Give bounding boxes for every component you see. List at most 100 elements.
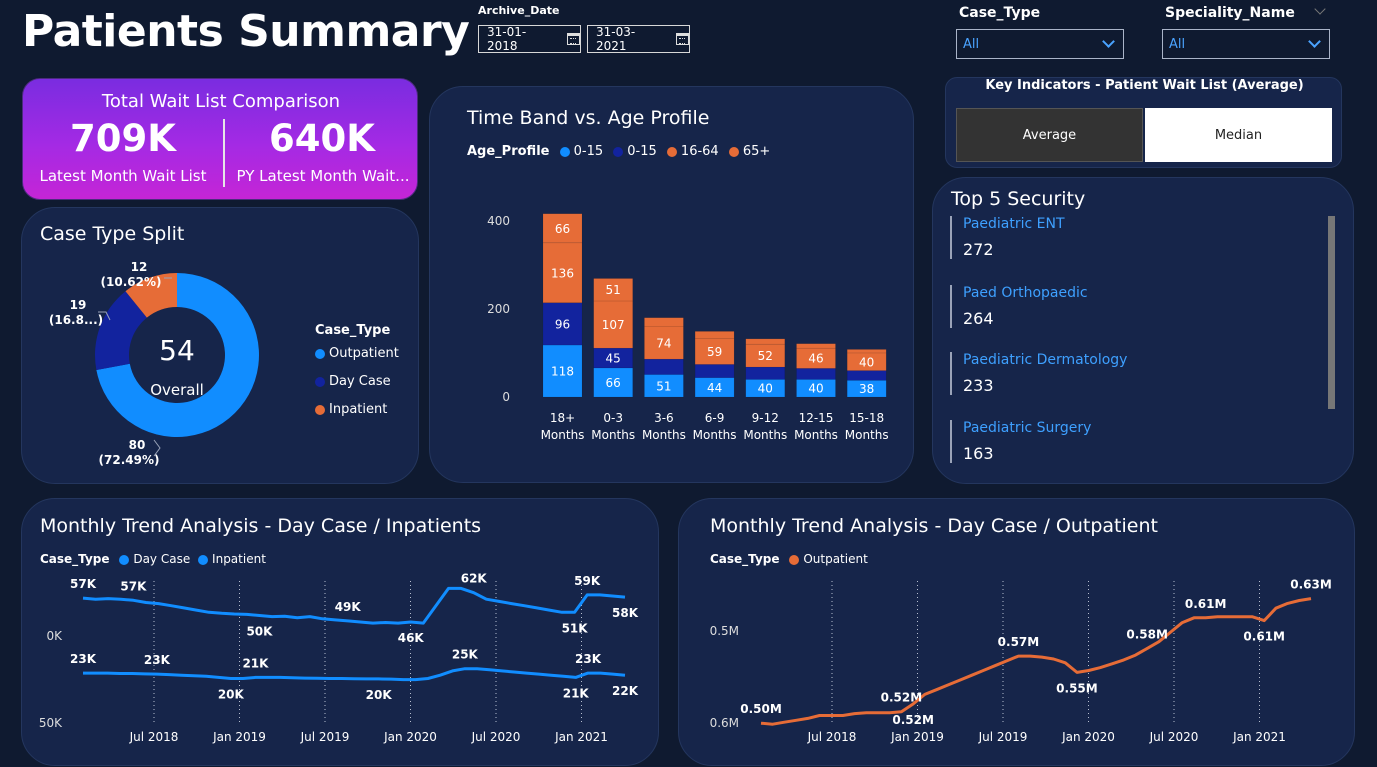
x-tick-label: Months <box>541 428 585 442</box>
line-data-label: 58K <box>612 606 639 620</box>
top5-item-value: 272 <box>963 240 994 259</box>
bar-data-label: 44 <box>707 381 722 395</box>
legend-item-day-case[interactable]: Day Case <box>315 374 391 389</box>
archive-date-label: Archive_Date <box>478 4 560 17</box>
py-wait-value: 640K <box>269 117 375 160</box>
trend-inpatient-chart: Jul 2018 Jan 2019 Jul 2019 Jan 2020 Jul 2020… <box>39 572 639 744</box>
top5-item[interactable]: Paediatric Surgery 163 <box>950 420 1091 463</box>
series-line <box>83 667 626 682</box>
bar-data-label: 46 <box>808 352 823 366</box>
bar-data-label: 136 <box>551 266 574 280</box>
top5-item[interactable]: Paed Orthopaedic 264 <box>950 285 1088 328</box>
end-date-input[interactable]: 31-03-2021 <box>587 25 690 53</box>
x-tick-label: Jan 2020 <box>383 730 437 744</box>
x-tick-label: Jan 2021 <box>554 730 608 744</box>
line-data-label: 20K <box>218 687 245 701</box>
legend-label: Day Case <box>329 374 391 389</box>
x-tick-label: Jan 2019 <box>890 730 944 744</box>
donut-data-label: 80 <box>129 438 146 452</box>
bar-segment <box>694 364 735 378</box>
line-data-label: 23K <box>144 653 171 667</box>
line-data-label: 21K <box>242 656 269 670</box>
legend-item-outpatient[interactable]: Outpatient <box>315 346 399 361</box>
latest-wait-label: Latest Month Wait List <box>39 167 207 185</box>
y-tick-label: 0K <box>46 629 63 643</box>
case-type-slicer-label: Case_Type <box>959 5 1041 21</box>
y-tick-label: 0 <box>502 390 510 404</box>
x-tick-label: Jan 2019 <box>212 730 266 744</box>
x-tick-label: Jul 2020 <box>471 730 521 744</box>
y-tick-label: 400 <box>487 214 510 228</box>
wait-list-comparison-card: Total Wait List Comparison 709K Latest M… <box>22 78 418 200</box>
line-data-label: 57K <box>120 579 147 593</box>
x-tick-label: 0-3 <box>603 411 623 425</box>
x-tick-label: Jul 2019 <box>978 730 1028 744</box>
calendar-icon[interactable] <box>676 33 689 45</box>
top5-item-name: Paediatric Dermatology <box>963 352 1128 368</box>
top5-item-value: 264 <box>963 309 994 328</box>
bar-segment <box>846 349 887 354</box>
line-data-label: 0.61M <box>1243 630 1285 644</box>
bar-segment <box>745 338 786 345</box>
x-tick-label: 6-9 <box>705 411 725 425</box>
calendar-icon[interactable] <box>567 33 580 45</box>
average-button[interactable]: Average <box>956 108 1143 162</box>
y-tick-label: 0.6M <box>710 716 739 730</box>
speciality-dropdown[interactable]: All <box>1162 29 1330 59</box>
x-tick-label: Months <box>693 428 737 442</box>
x-tick-label: Months <box>743 428 787 442</box>
legend-dot <box>315 404 325 415</box>
bar-data-label: 52 <box>758 349 773 363</box>
bar-data-label: 59 <box>707 345 722 359</box>
x-tick-label: Months <box>845 428 889 442</box>
py-wait-label: PY Latest Month Wait... <box>236 167 410 185</box>
start-date-input[interactable]: 31-01-2018 <box>478 25 581 53</box>
bar-segment <box>694 331 735 339</box>
line-data-label: 46K <box>398 631 425 645</box>
x-tick-label: Jan 2020 <box>1061 730 1115 744</box>
top5-scrollbar[interactable] <box>1328 216 1335 409</box>
x-tick-label: Jul 2018 <box>129 730 179 744</box>
bar-data-label: 51 <box>606 283 621 297</box>
line-data-label: 20K <box>366 688 393 702</box>
bar-segment <box>846 370 887 381</box>
donut-data-label: 19 <box>70 298 87 312</box>
x-tick-label: 12-15 <box>799 411 834 425</box>
chevron-down-icon <box>1102 35 1115 48</box>
line-data-label: 51K <box>562 621 589 635</box>
line-data-label: 49K <box>335 600 362 614</box>
donut-center-value: 54 <box>159 334 195 367</box>
line-data-label: 0.63M <box>1290 578 1332 592</box>
donut-center-label: Overall <box>150 381 204 399</box>
x-tick-label: 3-6 <box>654 411 674 425</box>
series-line <box>760 597 1312 726</box>
bar-data-label: 107 <box>602 318 625 332</box>
donut-data-label: (10.62%) <box>101 275 162 289</box>
y-tick-label: 0.5M <box>710 624 739 638</box>
top5-item[interactable]: Paediatric ENT 272 <box>950 216 1065 259</box>
trend-outpatient-card: Monthly Trend Analysis - Day Case / Outp… <box>678 498 1355 766</box>
time-band-card: Time Band vs. Age Profile Age_Profile 0-… <box>429 86 914 483</box>
end-date-value: 31-03-2021 <box>596 25 636 53</box>
line-data-label: 21K <box>563 686 590 700</box>
line-data-label: 0.58M <box>1126 627 1168 641</box>
bar-data-label: 45 <box>606 352 621 366</box>
line-data-label: 59K <box>574 574 601 588</box>
median-button[interactable]: Median <box>1145 108 1332 162</box>
line-data-label: 62K <box>461 572 488 586</box>
legend-item-inpatient[interactable]: Inpatient <box>315 402 387 417</box>
top5-item[interactable]: Paediatric Dermatology 233 <box>950 352 1127 395</box>
trend-inpatient-card: Monthly Trend Analysis - Day Case / Inpa… <box>21 498 659 766</box>
bar-data-label: 118 <box>551 365 574 379</box>
page-title: Patients Summary <box>22 6 470 57</box>
x-tick-label: 9-12 <box>752 411 779 425</box>
collapse-chevron-icon[interactable] <box>1314 3 1326 15</box>
y-tick-label: 50K <box>39 716 63 730</box>
bar-data-label: 51 <box>656 379 671 393</box>
x-tick-label: Jul 2018 <box>807 730 857 744</box>
case-type-dropdown[interactable]: All <box>956 29 1124 59</box>
case-type-split-card: Case Type Split 54 Overall 80 (72.49%) 19 (16… <box>21 207 419 484</box>
bar-segment <box>644 358 684 375</box>
speciality-selected: All <box>1169 36 1186 52</box>
bar-data-label: 38 <box>859 382 874 396</box>
